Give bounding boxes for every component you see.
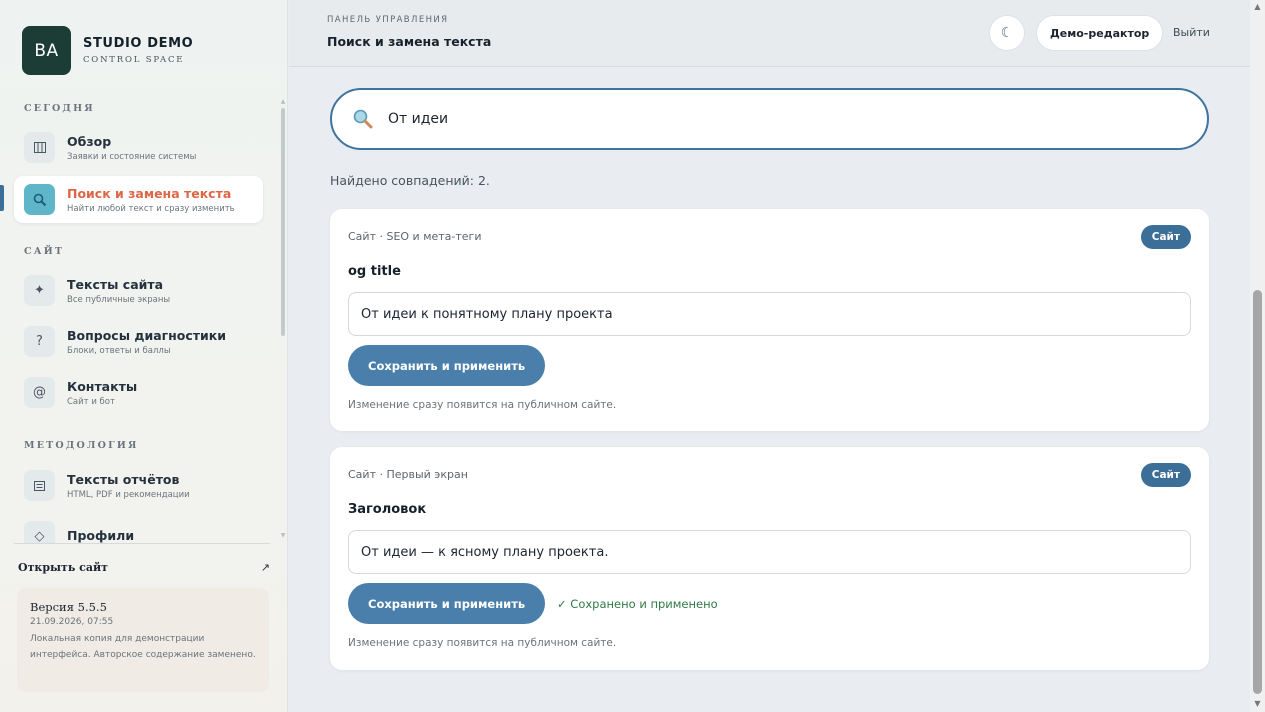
scroll-up-icon[interactable]: ▲	[1250, 2, 1265, 11]
at-icon: @	[24, 377, 55, 408]
sidebar-scroll-thumb[interactable]	[281, 108, 285, 336]
question-icon: ?	[24, 326, 55, 357]
sidebar-item-title: Контакты	[67, 378, 138, 394]
result-breadcrumb: Сайт · Первый экран	[348, 468, 468, 481]
result-card: Сайт · Первый экран Сайт Заголовок Сохра…	[330, 447, 1209, 670]
result-card: Сайт · SEO и мета-теги Сайт og title Сох…	[330, 209, 1209, 431]
search-input[interactable]	[388, 111, 1168, 127]
external-link-icon: ↗	[260, 561, 270, 574]
saved-status: ✓ Сохранено и применено	[557, 597, 718, 611]
top-header: ПАНЕЛЬ УПРАВЛЕНИЯ Поиск и замена текста …	[289, 0, 1250, 67]
save-apply-button[interactable]: Сохранить и применить	[348, 345, 546, 386]
scroll-down-icon[interactable]: ▼	[1250, 699, 1265, 708]
divider	[14, 543, 270, 544]
sidebar-item-title: Вопросы диагностики	[67, 327, 227, 343]
header-eyebrow: ПАНЕЛЬ УПРАВЛЕНИЯ	[327, 15, 449, 25]
search-icon	[24, 184, 55, 215]
open-site-label: Открыть сайт	[18, 561, 108, 574]
sidebar-item-title: Тексты сайта	[67, 276, 164, 292]
user-button[interactable]: Демо-редактор	[1036, 15, 1164, 51]
sidebar-item-title: Поиск и замена текста	[67, 185, 232, 201]
sidebar-item-report-texts[interactable]: Тексты отчётов HTML, PDF и рекомендации	[14, 462, 263, 509]
result-value-input[interactable]	[348, 292, 1191, 336]
section-site: САЙТ	[24, 246, 65, 257]
moon-icon: ☾	[1000, 25, 1014, 41]
status-badge: Сайт	[1140, 463, 1191, 487]
logout-link[interactable]: Выйти	[1173, 26, 1210, 39]
sidebar-item-overview[interactable]: Обзор Заявки и состояние системы	[14, 124, 263, 171]
result-field-name: Заголовок	[348, 502, 427, 517]
search-field[interactable]	[330, 88, 1209, 150]
version-note: Локальная копия для демонстрации интерфе…	[30, 634, 256, 660]
status-badge: Сайт	[1140, 225, 1191, 249]
grid-icon	[24, 132, 55, 163]
section-methodology: МЕТОДОЛОГИЯ	[24, 440, 139, 451]
sidebar-item-diagnostics[interactable]: ? Вопросы диагностики Блоки, ответы и ба…	[14, 318, 263, 365]
magnifier-icon	[352, 108, 374, 130]
sidebar-item-title: Обзор	[67, 133, 112, 149]
brand[interactable]: BA STUDIO DEMO CONTROL SPACE	[22, 26, 193, 75]
version-date: 21.09.2026, 07:55	[30, 617, 114, 627]
sidebar-item-subtitle: HTML, PDF и рекомендации	[67, 489, 190, 500]
brand-name: STUDIO DEMO	[83, 36, 194, 51]
sidebar-item-subtitle: Заявки и состояние системы	[67, 151, 197, 162]
page-scroll-thumb[interactable]	[1253, 290, 1262, 694]
brand-logo: BA	[22, 26, 71, 75]
version-card: Версия 5.5.5 21.09.2026, 07:55 Локальная…	[17, 588, 269, 692]
sidebar-item-profiles[interactable]: ◇ Профили	[14, 513, 263, 544]
result-value-input[interactable]	[348, 530, 1191, 574]
scroll-up-icon[interactable]: ▲	[279, 98, 287, 105]
sidebar-item-site-texts[interactable]: ✦ Тексты сайта Все публичные экраны	[14, 267, 263, 314]
page-scrollbar[interactable]: ▲ ▼	[1250, 0, 1265, 712]
results-count: Найдено совпадений: 2.	[330, 173, 490, 188]
sidebar: BA STUDIO DEMO CONTROL SPACE СЕГОДНЯ Обз…	[0, 0, 288, 712]
document-icon	[24, 470, 55, 501]
sidebar-nav: СЕГОДНЯ Обзор Заявки и состояние системы…	[0, 96, 288, 544]
sparkle-icon: ✦	[24, 275, 55, 306]
sidebar-scrollbar[interactable]: ▲ ▼	[279, 98, 287, 542]
result-hint: Изменение сразу появится на публичном са…	[348, 399, 617, 411]
sidebar-item-contacts[interactable]: @ Контакты Сайт и бот	[14, 369, 263, 416]
page-title: Поиск и замена текста	[327, 34, 492, 49]
sidebar-item-subtitle: Сайт и бот	[67, 396, 115, 407]
sidebar-item-title: Тексты отчётов	[67, 471, 180, 487]
scroll-down-icon[interactable]: ▼	[279, 532, 287, 539]
result-hint: Изменение сразу появится на публичном са…	[348, 637, 617, 649]
sidebar-item-subtitle: Блоки, ответы и баллы	[67, 345, 171, 356]
save-apply-button[interactable]: Сохранить и применить	[348, 583, 546, 624]
open-site-link[interactable]: Открыть сайт ↗	[18, 561, 270, 574]
sidebar-item-subtitle: Найти любой текст и сразу изменить	[67, 203, 235, 214]
version-title: Версия 5.5.5	[30, 600, 107, 614]
sidebar-item-subtitle: Все публичные экраны	[67, 294, 171, 305]
section-today: СЕГОДНЯ	[24, 103, 95, 114]
diamond-icon: ◇	[24, 521, 55, 544]
sidebar-item-title: Профили	[67, 527, 135, 543]
result-breadcrumb: Сайт · SEO и мета-теги	[348, 230, 482, 243]
brand-subtitle: CONTROL SPACE	[83, 55, 185, 65]
sidebar-item-search-replace[interactable]: Поиск и замена текста Найти любой текст …	[14, 176, 263, 223]
theme-toggle-button[interactable]: ☾	[989, 15, 1025, 51]
result-field-name: og title	[348, 264, 401, 279]
